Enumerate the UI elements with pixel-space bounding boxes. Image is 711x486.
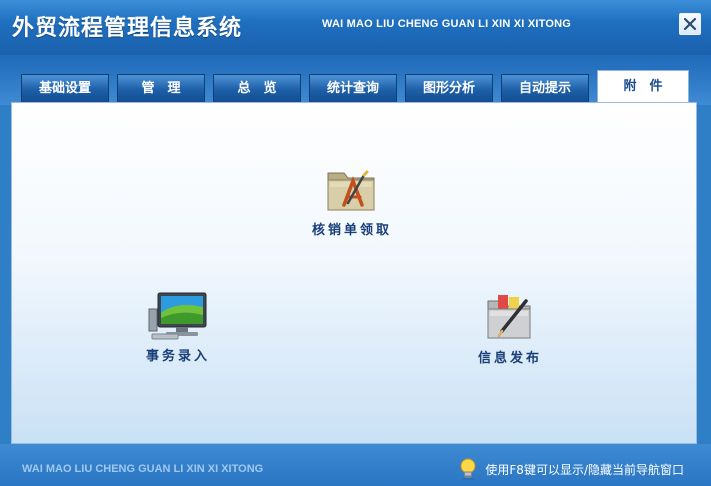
info-publish-item[interactable]: 信息发布: [478, 291, 542, 366]
content-panel: 核销单领取 事务录入 信息发布: [11, 102, 697, 444]
close-icon: [683, 17, 697, 31]
verification-form-label: 核销单领取: [312, 223, 393, 238]
tab-statistics-query[interactable]: 统计查询: [309, 74, 397, 102]
transaction-entry-item[interactable]: 事务录入: [146, 291, 210, 364]
tab-overview[interactable]: 总 览: [213, 74, 301, 102]
close-button[interactable]: [679, 13, 701, 35]
info-publish-label: 信息发布: [478, 351, 543, 366]
nav-hint: 使用F8键可以显示/隐藏当前导航窗口: [455, 456, 684, 482]
folder-app-icon: [324, 163, 380, 215]
tab-management[interactable]: 管 理: [117, 74, 205, 102]
folder-pen-icon: [482, 291, 538, 343]
app-title: 外贸流程管理信息系统: [12, 16, 243, 41]
title-bar: 外贸流程管理信息系统 WAI MAO LIU CHENG GUAN LI XIN…: [0, 0, 711, 55]
tab-auto-prompt[interactable]: 自动提示: [501, 74, 589, 102]
tab-graph-analysis[interactable]: 图形分析: [405, 74, 493, 102]
status-bar: WAI MAO LIU CHENG GUAN LI XIN XI XITONG …: [0, 444, 711, 486]
app-subtitle: WAI MAO LIU CHENG GUAN LI XIN XI XITONG: [322, 18, 571, 30]
transaction-entry-label: 事务录入: [146, 349, 211, 364]
verification-form-item[interactable]: 核销单领取: [312, 163, 392, 238]
lightbulb-icon: [460, 458, 476, 480]
footer-text: WAI MAO LIU CHENG GUAN LI XIN XI XITONG: [22, 463, 264, 475]
hint-text: 使用F8键可以显示/隐藏当前导航窗口: [485, 462, 684, 477]
tab-basic-settings[interactable]: 基础设置: [21, 74, 109, 102]
tab-bar: 基础设置 管 理 总 览 统计查询 图形分析 自动提示 附 件: [0, 55, 711, 105]
monitor-icon: [146, 291, 210, 341]
tab-attachments[interactable]: 附 件: [597, 70, 689, 103]
